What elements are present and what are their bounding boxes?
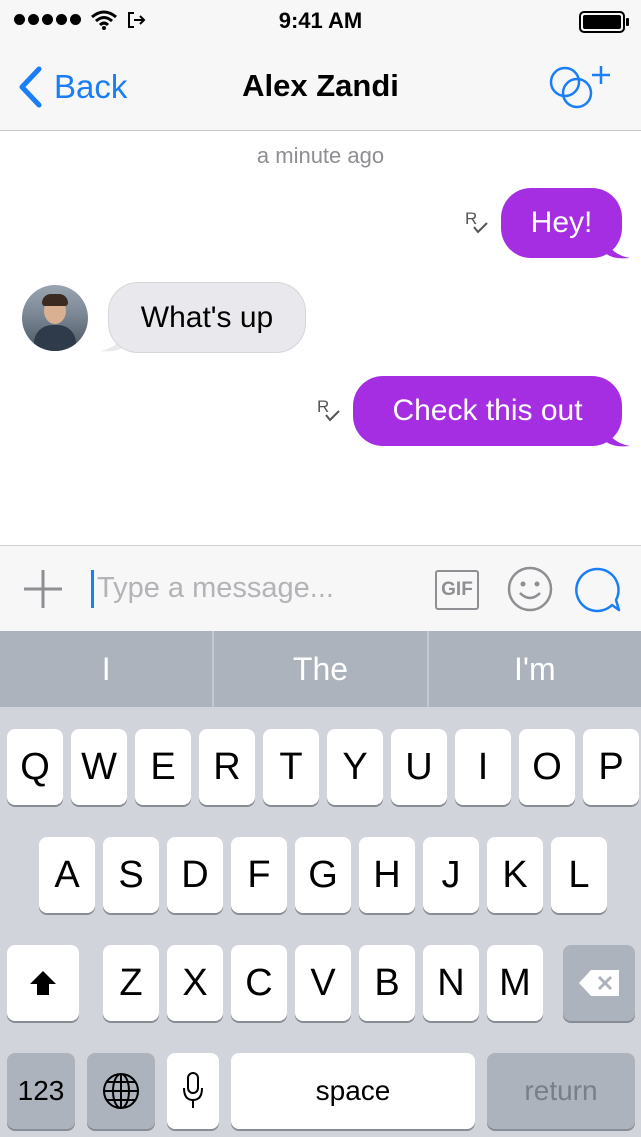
key-w[interactable]: W <box>71 729 127 805</box>
key-n[interactable]: N <box>423 945 479 1021</box>
emoji-icon[interactable] <box>507 566 553 612</box>
key-j[interactable]: J <box>423 837 479 913</box>
text-cursor <box>91 570 94 608</box>
incoming-message[interactable]: What's up <box>108 282 306 353</box>
return-key[interactable]: return <box>487 1053 635 1129</box>
microphone-key[interactable] <box>167 1053 219 1129</box>
key-c[interactable]: C <box>231 945 287 1021</box>
key-k[interactable]: K <box>487 837 543 913</box>
key-f[interactable]: F <box>231 837 287 913</box>
message-timestamp: a minute ago <box>256 143 385 168</box>
read-receipt-icon: R <box>316 396 342 429</box>
key-v[interactable]: V <box>295 945 351 1021</box>
key-r[interactable]: R <box>199 729 255 805</box>
key-u[interactable]: U <box>391 729 447 805</box>
navigation-bar: Back Alex Zandi <box>0 42 641 131</box>
key-l[interactable]: L <box>551 837 607 913</box>
send-bubble-icon[interactable] <box>574 566 622 614</box>
bubble-tail <box>604 234 630 259</box>
avatar[interactable] <box>22 285 88 351</box>
keyboard: Q W E R T Y U I O P A S D F G H J K L Z … <box>0 707 641 1137</box>
key-a[interactable]: A <box>39 837 95 913</box>
message-input[interactable] <box>97 566 417 610</box>
back-label: Back <box>54 68 128 105</box>
back-chevron-icon <box>19 66 42 108</box>
suggestion-item[interactable]: I'm <box>429 631 641 707</box>
gif-button[interactable]: GIF <box>435 570 479 610</box>
microphone-icon <box>183 1072 203 1108</box>
shift-key[interactable] <box>7 945 79 1021</box>
svg-text:R: R <box>465 209 477 228</box>
add-people-icon[interactable] <box>547 60 613 112</box>
delete-icon <box>579 970 619 996</box>
key-i[interactable]: I <box>455 729 511 805</box>
message-composer: GIF <box>0 545 641 631</box>
key-p[interactable]: P <box>583 729 639 805</box>
key-z[interactable]: Z <box>103 945 159 1021</box>
battery-icon <box>579 11 629 33</box>
key-b[interactable]: B <box>359 945 415 1021</box>
svg-text:R: R <box>317 397 329 416</box>
key-y[interactable]: Y <box>327 729 383 805</box>
key-g[interactable]: G <box>295 837 351 913</box>
key-m[interactable]: M <box>487 945 543 1021</box>
globe-icon <box>103 1073 139 1109</box>
globe-key[interactable] <box>87 1053 155 1129</box>
status-time: 9:41 AM <box>278 8 363 33</box>
key-t[interactable]: T <box>263 729 319 805</box>
key-o[interactable]: O <box>519 729 575 805</box>
shift-icon <box>30 971 56 995</box>
space-key[interactable]: space <box>231 1053 475 1129</box>
key-q[interactable]: Q <box>7 729 63 805</box>
numbers-key[interactable]: 123 <box>7 1053 75 1129</box>
back-button[interactable]: Back <box>18 66 127 108</box>
read-receipt-icon: R <box>464 208 490 241</box>
suggestion-item[interactable]: The <box>214 631 429 707</box>
predictive-bar: I The I'm <box>0 631 641 707</box>
plus-icon[interactable] <box>22 568 64 610</box>
status-bar: 9:41 AM <box>0 0 641 42</box>
key-x[interactable]: X <box>167 945 223 1021</box>
suggestion-item[interactable]: I <box>0 631 215 707</box>
key-e[interactable]: E <box>135 729 191 805</box>
key-h[interactable]: H <box>359 837 415 913</box>
key-d[interactable]: D <box>167 837 223 913</box>
outgoing-message[interactable]: Check this out <box>353 376 622 446</box>
key-s[interactable]: S <box>103 837 159 913</box>
bubble-tail <box>604 422 630 447</box>
delete-key[interactable] <box>563 945 635 1021</box>
